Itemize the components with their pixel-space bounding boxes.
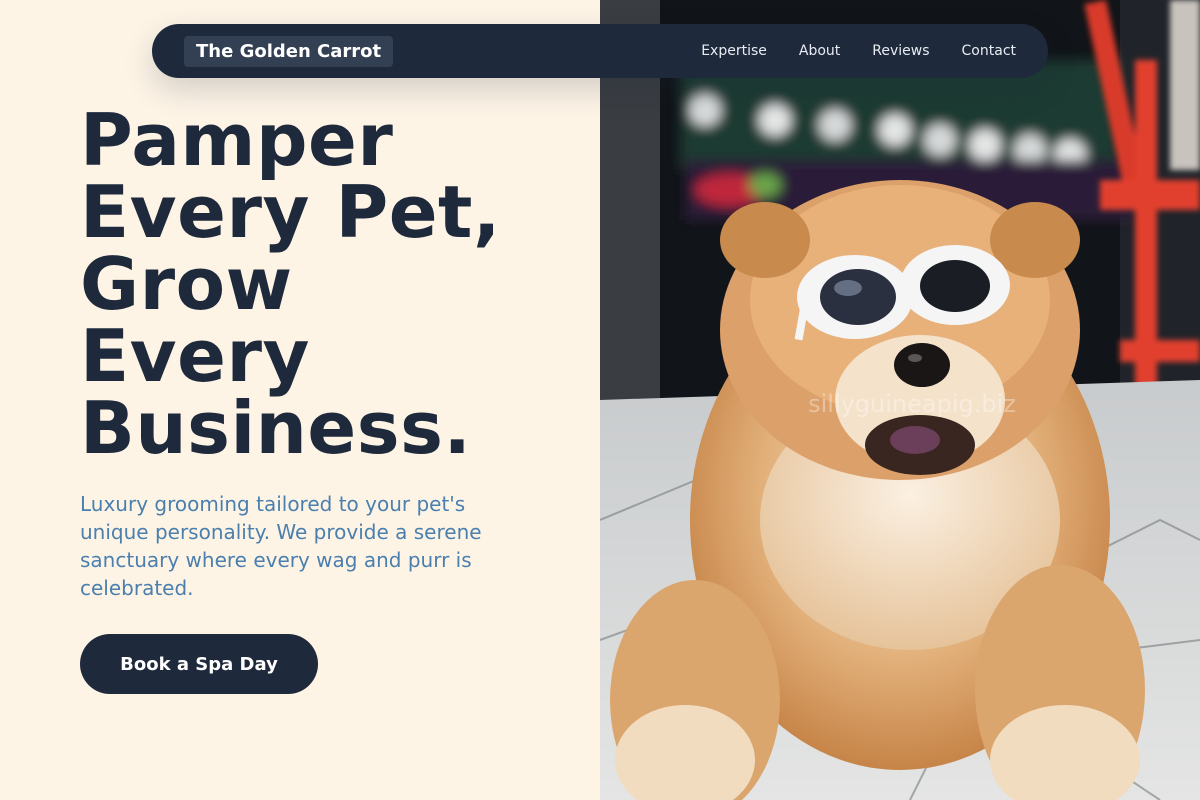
- nav-link-contact[interactable]: Contact: [962, 43, 1016, 59]
- hero-photo: sillyguineapig.biz: [600, 0, 1200, 800]
- nav-links: Expertise About Reviews Contact: [701, 43, 1016, 59]
- headline-line: Every: [80, 314, 310, 398]
- hero-headline: Pamper Every Pet, Grow Every Business.: [80, 104, 580, 464]
- dog-with-sunglasses-image: sillyguineapig.biz: [600, 0, 1200, 800]
- headline-line: Business.: [80, 386, 472, 470]
- book-spa-day-button[interactable]: Book a Spa Day: [80, 634, 318, 694]
- nav-link-reviews[interactable]: Reviews: [872, 43, 929, 59]
- top-navbar: The Golden Carrot Expertise About Review…: [152, 24, 1048, 78]
- brand-logo[interactable]: The Golden Carrot: [184, 35, 394, 67]
- nav-link-expertise[interactable]: Expertise: [701, 43, 767, 59]
- hero-text-panel: Pamper Every Pet, Grow Every Business. L…: [0, 0, 600, 800]
- nav-link-about[interactable]: About: [799, 43, 840, 59]
- hero-page: Pamper Every Pet, Grow Every Business. L…: [0, 0, 1200, 800]
- photo-watermark: sillyguineapig.biz: [808, 390, 1016, 418]
- hero-subtext: Luxury grooming tailored to your pet's u…: [80, 492, 482, 600]
- headline-line: Pamper: [80, 98, 394, 182]
- headline-line: Grow: [80, 242, 293, 326]
- headline-line: Every Pet,: [80, 170, 501, 254]
